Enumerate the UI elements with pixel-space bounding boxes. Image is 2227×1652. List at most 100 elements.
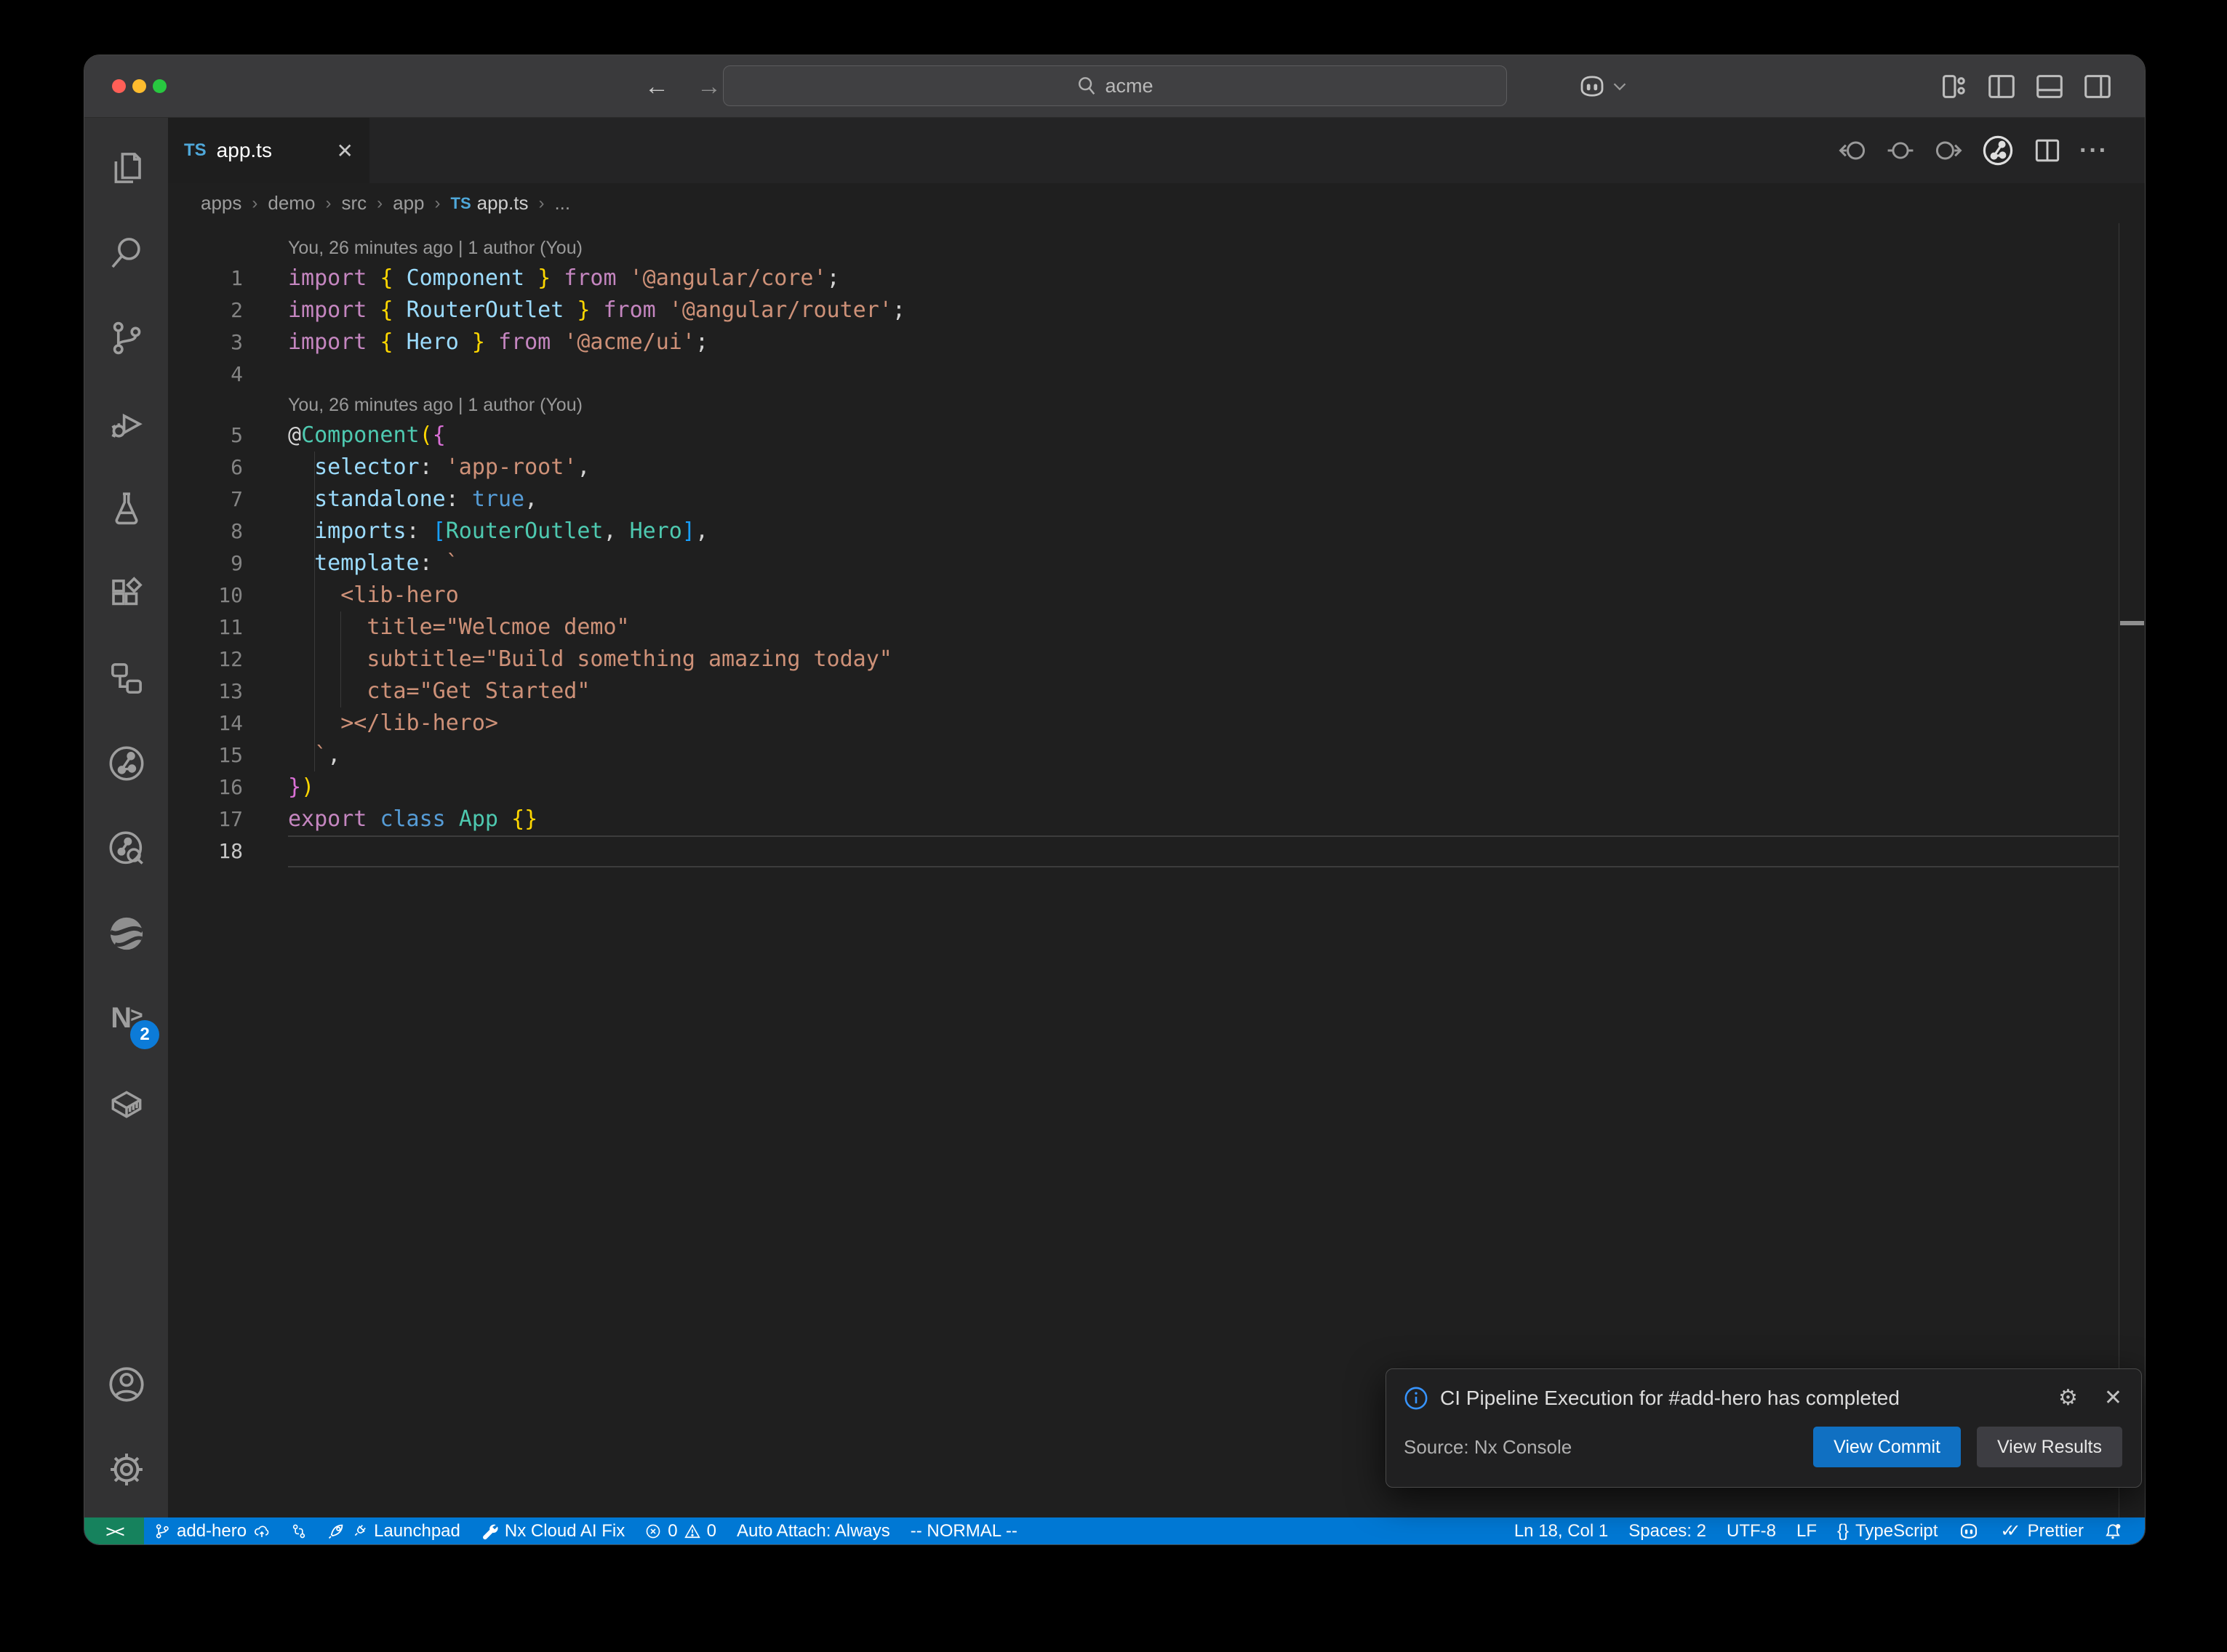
swirl-extension-icon[interactable] [84, 891, 168, 976]
status-bar: >< add-hero Launchpad Nx Cloud AI Fix 0 … [84, 1517, 2145, 1544]
nx-console-view-icon[interactable]: N> 2 [84, 976, 168, 1061]
code-line[interactable]: 10 <lib-hero [168, 580, 2145, 612]
problems-status[interactable]: 0 0 [635, 1517, 727, 1544]
git-compare-status[interactable] [281, 1517, 317, 1544]
auto-attach-status[interactable]: Auto Attach: Always [727, 1517, 900, 1544]
notifications-bell[interactable] [2094, 1517, 2132, 1544]
code-line[interactable]: 3import { Hero } from '@acme/ui'; [168, 326, 2145, 358]
code-line[interactable]: 5@Component({ [168, 420, 2145, 452]
title-bar: ← → acme [84, 55, 2145, 118]
more-actions-icon[interactable]: ··· [2079, 137, 2108, 165]
run-debug-view-icon[interactable] [84, 380, 168, 465]
indentation-status[interactable]: Spaces: 2 [1618, 1517, 1716, 1544]
code-line[interactable]: 4 [168, 358, 2145, 390]
launchpad-status[interactable]: Launchpad [317, 1517, 471, 1544]
line-number: 17 [168, 803, 288, 835]
code-line[interactable]: 2import { RouterOutlet } from '@angular/… [168, 294, 2145, 326]
code-line[interactable]: 9 template: ` [168, 548, 2145, 580]
split-editor-icon[interactable] [2031, 135, 2063, 167]
language-status[interactable]: {}TypeScript [1827, 1517, 1948, 1544]
cursor-position-status[interactable]: Ln 18, Col 1 [1504, 1517, 1618, 1544]
nx-cloud-status[interactable]: Nx Cloud AI Fix [471, 1517, 635, 1544]
code-line[interactable]: 15 `, [168, 739, 2145, 771]
error-icon [645, 1523, 661, 1539]
code-line[interactable]: 13 cta="Get Started" [168, 675, 2145, 707]
search-view-icon[interactable] [84, 210, 168, 295]
editor-scrollbar[interactable] [2119, 223, 2145, 1517]
toggle-panel-icon[interactable] [2033, 70, 2066, 103]
notification-close-icon[interactable]: ✕ [2104, 1385, 2122, 1411]
line-number: 8 [168, 516, 288, 548]
breadcrumb-file[interactable]: TSapp.ts [451, 192, 529, 214]
command-center-search[interactable]: acme [723, 65, 1507, 106]
line-number: 1 [168, 262, 288, 294]
next-change-icon[interactable] [1932, 135, 1964, 167]
code-line[interactable]: 17export class App {} [168, 803, 2145, 835]
prev-change-icon[interactable] [1836, 135, 1868, 167]
view-results-button[interactable]: View Results [1977, 1427, 2122, 1467]
code-line[interactable]: 11 title="Welcmoe demo" [168, 612, 2145, 643]
toggle-primary-sidebar-icon[interactable] [1985, 70, 2018, 103]
activity-bar: N> 2 [84, 118, 168, 1517]
breadcrumb-item[interactable]: src [341, 192, 367, 214]
branch-status[interactable]: add-hero [144, 1517, 281, 1544]
vim-mode-status[interactable]: -- NORMAL -- [900, 1517, 1028, 1544]
tab-bar: TS app.ts ✕ ··· [168, 118, 2145, 183]
breadcrumb-item[interactable]: app [393, 192, 424, 214]
minimize-window-button[interactable] [132, 79, 146, 93]
publish-cloud-icon [253, 1523, 271, 1539]
account-icon[interactable] [84, 1342, 168, 1427]
explorer-view-icon[interactable] [84, 125, 168, 210]
close-tab-icon[interactable]: ✕ [337, 139, 353, 163]
code-line[interactable]: 16}) [168, 771, 2145, 803]
graph-circle-view-icon[interactable] [84, 721, 168, 806]
zoom-window-button[interactable] [153, 79, 167, 93]
remote-indicator[interactable]: >< [84, 1517, 144, 1544]
graph-search-view-icon[interactable] [84, 806, 168, 891]
toggle-secondary-sidebar-icon[interactable] [2081, 70, 2114, 103]
encoding-status[interactable]: UTF-8 [1716, 1517, 1786, 1544]
formatter-status[interactable]: ✓✓ Prettier [1990, 1517, 2094, 1544]
traffic-lights [112, 55, 167, 117]
code-line[interactable]: 12 subtitle="Build something amazing tod… [168, 643, 2145, 675]
line-content: `, [288, 739, 2119, 771]
blame-annotation[interactable]: You, 26 minutes ago | 1 author (You) [168, 233, 2145, 262]
copilot-icon [1577, 71, 1607, 102]
code-line[interactable]: 7 standalone: true, [168, 484, 2145, 516]
rocket-icon [327, 1523, 345, 1540]
nx-graph-icon[interactable] [1980, 133, 2015, 168]
code-line[interactable]: 8 imports: [RouterOutlet, Hero], [168, 516, 2145, 548]
line-number: 6 [168, 452, 288, 484]
container-view-icon[interactable] [84, 1061, 168, 1146]
code-editor[interactable]: You, 26 minutes ago | 1 author (You)1imp… [168, 223, 2145, 1517]
notification-settings-gear-icon[interactable]: ⚙ [2058, 1385, 2078, 1411]
commit-icon[interactable] [1884, 135, 1916, 167]
code-line[interactable]: 1import { Component } from '@angular/cor… [168, 262, 2145, 294]
tab-app-ts[interactable]: TS app.ts ✕ [168, 118, 369, 183]
search-icon [1076, 75, 1097, 97]
extensions-view-icon[interactable] [84, 550, 168, 635]
code-line[interactable]: 14 ></lib-hero> [168, 707, 2145, 739]
settings-gear-icon[interactable] [84, 1427, 168, 1512]
code-line[interactable]: 6 selector: 'app-root', [168, 452, 2145, 484]
source-control-view-icon[interactable] [84, 295, 168, 380]
copilot-menu[interactable] [1577, 55, 1626, 117]
breadcrumb-item[interactable]: apps [201, 192, 241, 214]
linked-squares-view-icon[interactable] [84, 635, 168, 721]
eol-status[interactable]: LF [1786, 1517, 1827, 1544]
breadcrumb-symbol[interactable]: ... [554, 192, 570, 214]
line-content: selector: 'app-root', [288, 452, 2119, 484]
breadcrumb-item[interactable]: demo [268, 192, 315, 214]
code-line[interactable]: 18 [168, 835, 2145, 867]
customize-layout-icon[interactable] [1937, 70, 1970, 103]
close-window-button[interactable] [112, 79, 126, 93]
testing-view-icon[interactable] [84, 465, 168, 550]
blame-annotation[interactable]: You, 26 minutes ago | 1 author (You) [168, 390, 2145, 420]
line-number: 15 [168, 739, 288, 771]
copilot-status[interactable] [1948, 1517, 1990, 1544]
history-back-icon[interactable]: ← [644, 74, 669, 99]
bell-dot-icon [2104, 1523, 2122, 1540]
editor-group: TS app.ts ✕ ··· apps› demo› src› app› [168, 118, 2145, 1517]
history-forward-icon[interactable]: → [697, 74, 721, 99]
view-commit-button[interactable]: View Commit [1813, 1427, 1961, 1467]
